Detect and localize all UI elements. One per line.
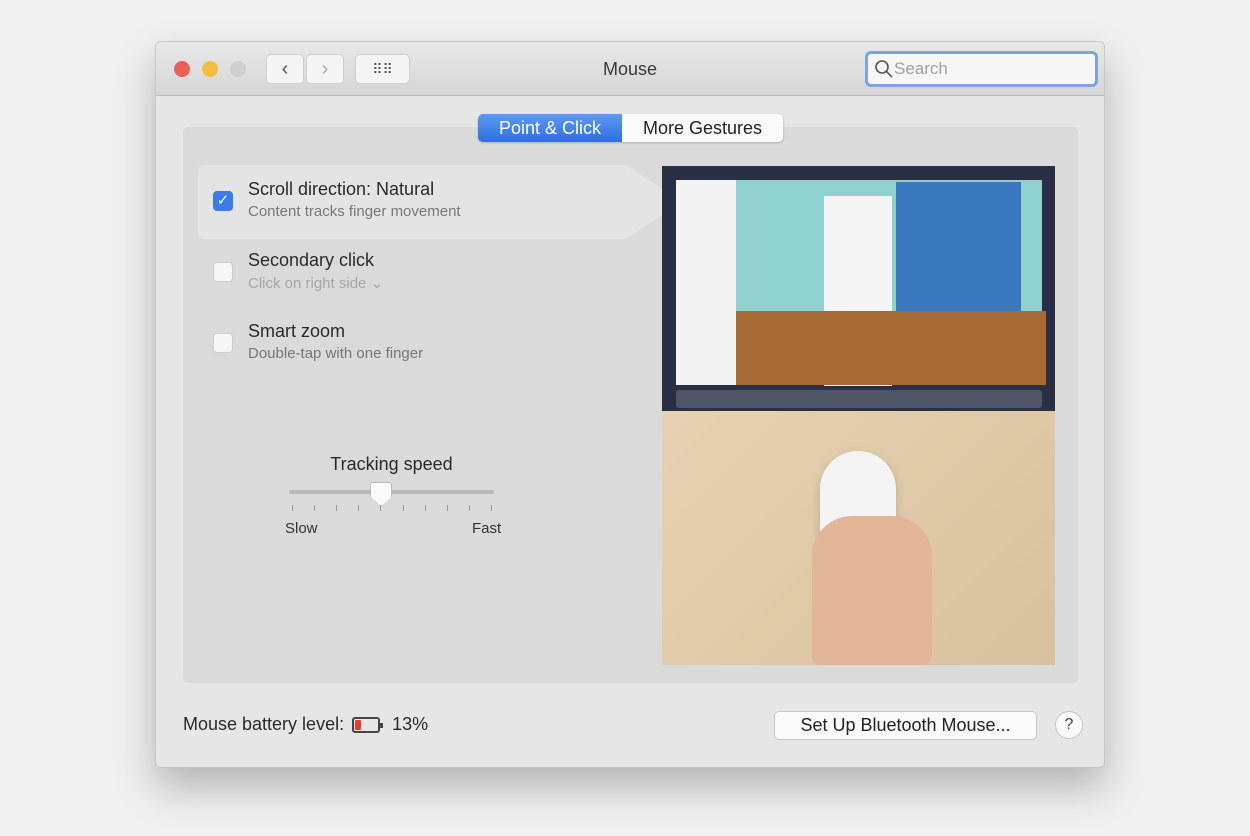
title-bar: ‹ › ⠿⠿ Mouse Search [156, 42, 1104, 96]
set-up-bluetooth-mouse-button[interactable]: Set Up Bluetooth Mouse... [774, 711, 1037, 740]
slow-label: Slow [285, 520, 318, 537]
preview-screen [662, 166, 1055, 411]
option-scroll-direction[interactable]: ✓ Scroll direction: Natural Content trac… [198, 165, 682, 239]
fast-label: Fast [472, 520, 502, 537]
option-secondary-click[interactable]: Secondary click Click on right side ⌄ [198, 236, 638, 310]
slider-tick [358, 505, 360, 511]
battery-status: Mouse battery level: 13% [183, 714, 428, 735]
battery-label: Mouse battery level: [183, 714, 345, 734]
scroll-direction-checkbox[interactable]: ✓ [213, 191, 233, 211]
search-icon [875, 60, 893, 78]
tab-point-and-click[interactable]: Point & Click [478, 114, 622, 142]
secondary-click-dropdown[interactable]: Click on right side ⌄ [248, 274, 383, 292]
gesture-preview-video [662, 166, 1055, 665]
slider-tick [336, 505, 338, 511]
search-input[interactable]: Search [865, 51, 1098, 87]
secondary-click-checkbox[interactable] [213, 262, 233, 282]
preview-desk [662, 411, 1055, 665]
search-placeholder: Search [894, 59, 948, 78]
option-title: Scroll direction: Natural [248, 179, 435, 199]
slider-tick [446, 505, 448, 511]
option-subtitle: Content tracks finger movement [248, 203, 461, 220]
option-title: Smart zoom [248, 321, 346, 341]
dropdown-value: Click on right side [248, 275, 367, 292]
option-title: Secondary click [248, 250, 375, 270]
slider-tick [292, 505, 293, 511]
slider-tick [491, 505, 492, 511]
smart-zoom-checkbox[interactable] [213, 333, 233, 353]
tracking-speed-label: Tracking speed [330, 454, 453, 474]
battery-percent: 13% [392, 714, 429, 734]
slider-tick [468, 505, 470, 511]
chevron-down-icon: ⌄ [370, 275, 384, 292]
option-smart-zoom[interactable]: Smart zoom Double-tap with one finger [198, 307, 638, 381]
tab-more-gestures[interactable]: More Gestures [622, 114, 783, 142]
help-button[interactable]: ? [1055, 711, 1083, 739]
slider-tick [380, 505, 382, 511]
slider-tick [314, 505, 316, 511]
option-subtitle: Double-tap with one finger [248, 345, 424, 362]
tab-bar: Point & Click More Gestures [478, 114, 783, 142]
slider-tick [402, 505, 404, 511]
mouse-preferences-window: ‹ › ⠿⠿ Mouse Search Point & Click More G… [155, 41, 1105, 768]
slider-tick [424, 505, 426, 511]
battery-icon [352, 716, 384, 733]
